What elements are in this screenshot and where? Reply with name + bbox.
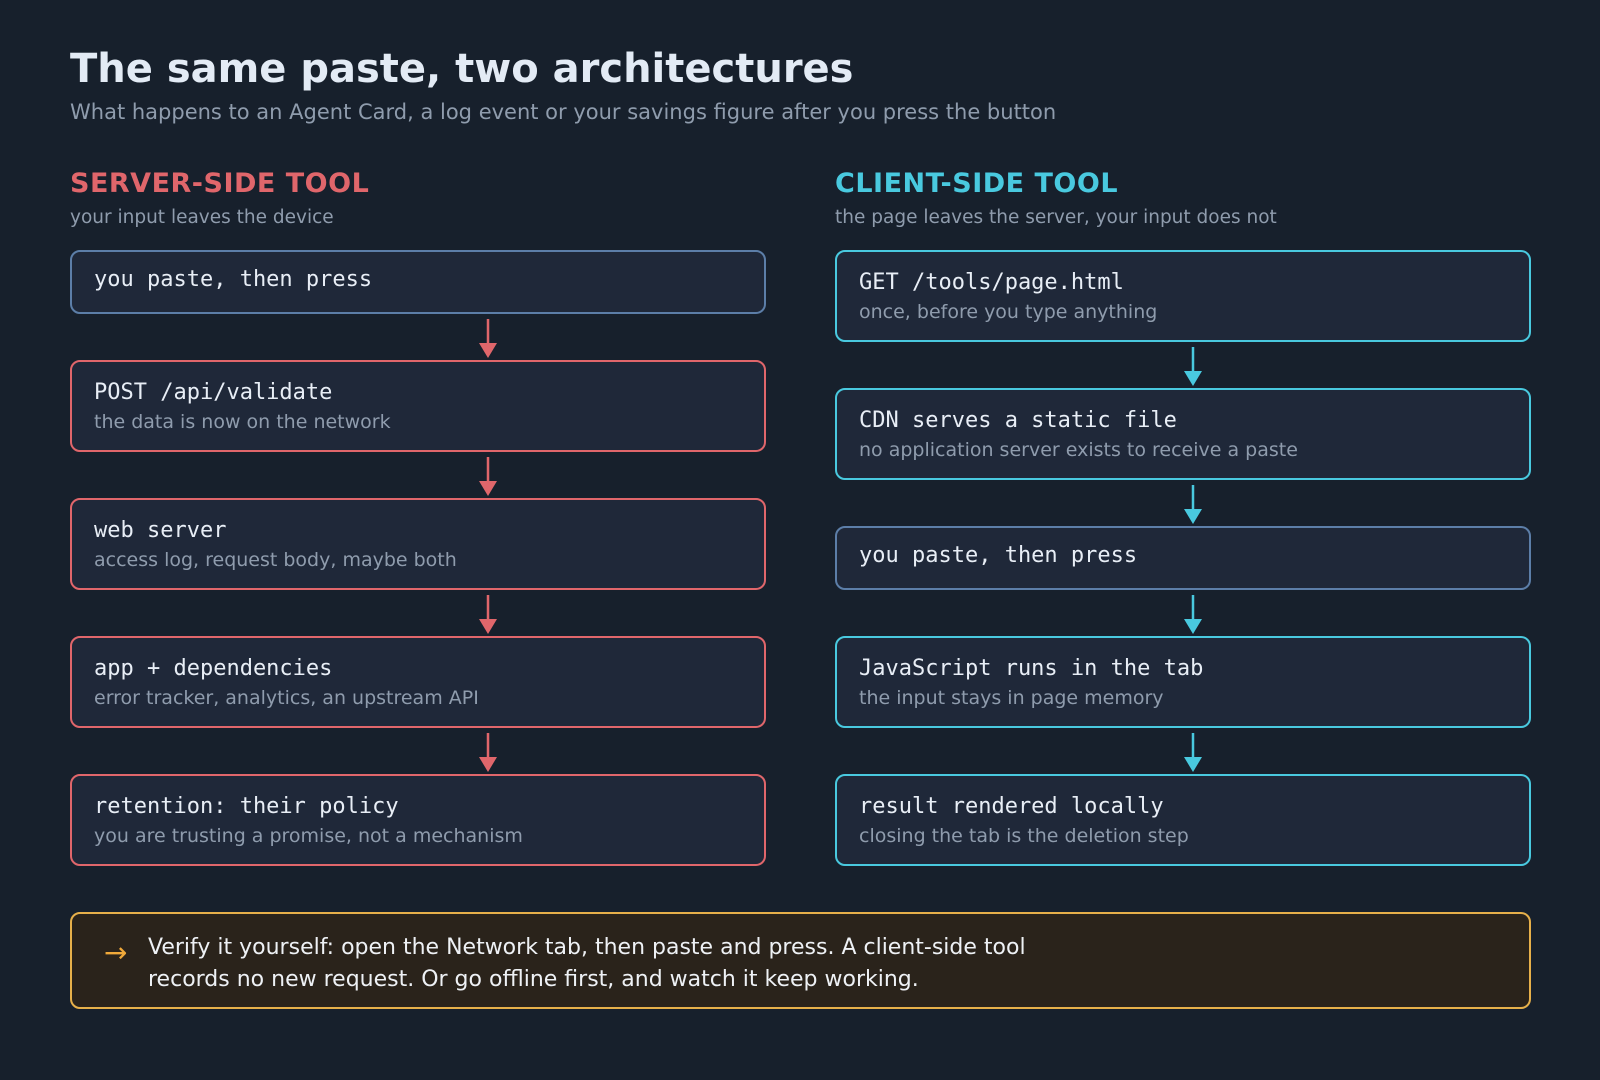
client-step-paste: you paste, then press [835, 526, 1531, 590]
client-step-javascript: JavaScript runs in the tab the input sta… [835, 636, 1531, 728]
step-code: GET /tools/page.html [859, 270, 1124, 295]
step-code: you paste, then press [94, 267, 373, 292]
callout-text: Verify it yourself: open the Network tab… [148, 935, 1026, 992]
client-step-cdn: CDN serves a static file no application … [835, 388, 1531, 480]
step-code: web server [94, 518, 227, 543]
client-step-result: result rendered locally closing the tab … [835, 774, 1531, 866]
step-note: closing the tab is the deletion step [859, 825, 1189, 847]
step-code: result rendered locally [859, 794, 1164, 819]
step-code: you paste, then press [859, 543, 1138, 568]
server-step-web-server: web server access log, request body, may… [70, 498, 766, 590]
client-side-column: CLIENT-SIDE TOOL the page leaves the ser… [835, 0, 1531, 880]
step-note: no application server exists to receive … [859, 439, 1298, 461]
step-note: the input stays in page memory [859, 687, 1164, 709]
down-arrow-icon [1184, 347, 1202, 386]
server-side-heading: SERVER-SIDE TOOL [70, 168, 370, 199]
client-side-subheading: the page leaves the server, your input d… [835, 207, 1277, 228]
step-code: CDN serves a static file [859, 408, 1177, 433]
down-arrow-icon [1184, 485, 1202, 524]
step-note: error tracker, analytics, an upstream AP… [94, 687, 479, 709]
down-arrow-icon [479, 319, 497, 358]
down-arrow-icon [479, 457, 497, 496]
server-step-app: app + dependencies error tracker, analyt… [70, 636, 766, 728]
step-code: JavaScript runs in the tab [859, 656, 1204, 681]
step-code: POST /api/validate [94, 380, 333, 405]
verify-callout: → Verify it yourself: open the Network t… [70, 912, 1531, 1009]
step-note: the data is now on the network [94, 411, 391, 433]
server-step-retention: retention: their policy you are trusting… [70, 774, 766, 866]
step-note: you are trusting a promise, not a mechan… [94, 825, 523, 847]
down-arrow-icon [1184, 733, 1202, 772]
step-note: once, before you type anything [859, 301, 1158, 323]
step-note: access log, request body, maybe both [94, 549, 457, 571]
step-code: app + dependencies [94, 656, 333, 681]
client-step-get-page: GET /tools/page.html once, before you ty… [835, 250, 1531, 342]
server-step-post: POST /api/validate the data is now on th… [70, 360, 766, 452]
down-arrow-icon [479, 595, 497, 634]
server-step-paste: you paste, then press [70, 250, 766, 314]
step-code: retention: their policy [94, 794, 399, 819]
client-side-heading: CLIENT-SIDE TOOL [835, 168, 1119, 199]
down-arrow-icon [1184, 595, 1202, 634]
arrow-right-icon: → [104, 936, 128, 969]
server-side-subheading: your input leaves the device [70, 207, 334, 228]
down-arrow-icon [479, 733, 497, 772]
server-side-column: SERVER-SIDE TOOL your input leaves the d… [70, 0, 766, 880]
